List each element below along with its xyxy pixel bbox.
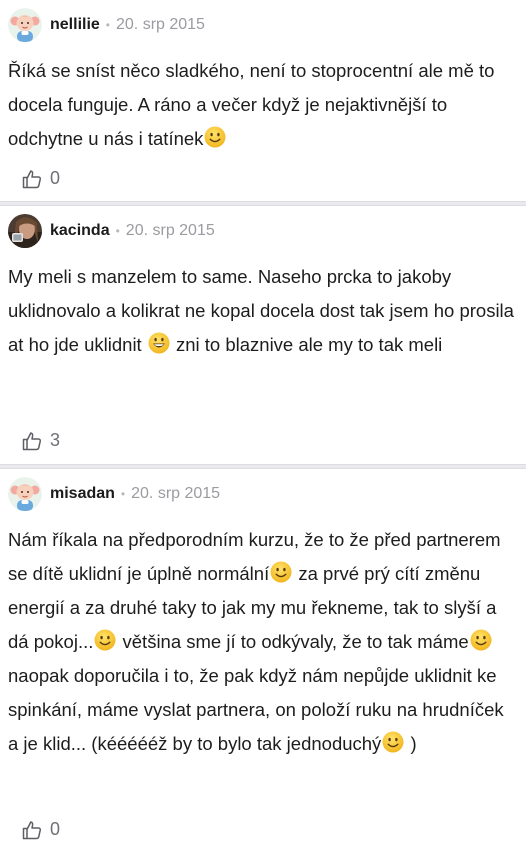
smiling-emoji: [470, 629, 492, 651]
comment-text-part: Říká se sníst něco sladkého, není to sto…: [8, 60, 495, 149]
thumbs-up-icon: [22, 431, 42, 451]
comment-item: nellilie • 20. srp 2015 Říká se sníst ně…: [0, 0, 526, 201]
avatar[interactable]: [8, 8, 42, 42]
comment-text-part: zni to blaznive ale my to tak meli: [170, 334, 443, 355]
comment-date: 20. srp 2015: [131, 485, 221, 502]
comment-header: nellilie • 20. srp 2015: [8, 8, 205, 42]
author-name[interactable]: misadan: [50, 485, 115, 503]
comment-header: misadan • 20. srp 2015: [8, 477, 220, 511]
like-count: 3: [50, 430, 61, 450]
meta-separator: •: [105, 18, 110, 32]
smiling-emoji: [204, 126, 226, 148]
comment-text-part: většina sme jí to odkývaly, že to tak má…: [117, 631, 469, 652]
grinning-emoji: [148, 332, 170, 354]
meta-separator: •: [120, 487, 126, 501]
like-button[interactable]: 3: [22, 430, 60, 451]
smiling-emoji: [382, 731, 404, 753]
thumbs-up-icon: [22, 169, 42, 189]
comment-text: Nám říkala na předporodním kurzu, že to …: [8, 523, 514, 761]
author-name[interactable]: nellilie: [50, 16, 100, 34]
comment-text: Říká se sníst něco sladkého, není to sto…: [8, 54, 514, 156]
thumbs-up-icon: [22, 820, 42, 840]
avatar[interactable]: [8, 477, 42, 511]
meta-separator: •: [115, 224, 120, 238]
comment-text: My meli s manzelem to same. Naseho prcka…: [8, 260, 514, 362]
avatar[interactable]: [8, 214, 42, 248]
author-name[interactable]: kacinda: [50, 222, 110, 240]
comment-item: kacinda • 20. srp 2015 My meli s manzele…: [0, 206, 526, 464]
like-button[interactable]: 0: [22, 168, 60, 189]
comment-date: 20. srp 2015: [125, 222, 215, 239]
like-count: 0: [50, 168, 61, 188]
comment-date: 20. srp 2015: [116, 16, 205, 33]
like-count: 0: [50, 819, 61, 839]
like-button[interactable]: 0: [22, 819, 60, 840]
comment-header: kacinda • 20. srp 2015: [8, 214, 215, 248]
smiling-emoji: [270, 561, 292, 583]
comment-item: misadan • 20. srp 2015 Nám říkala na pře…: [0, 469, 526, 853]
comment-text-part: naopak doporučila i to, že pak když nám …: [8, 665, 504, 754]
comment-text-part: ): [405, 733, 417, 754]
smiling-emoji: [94, 629, 116, 651]
